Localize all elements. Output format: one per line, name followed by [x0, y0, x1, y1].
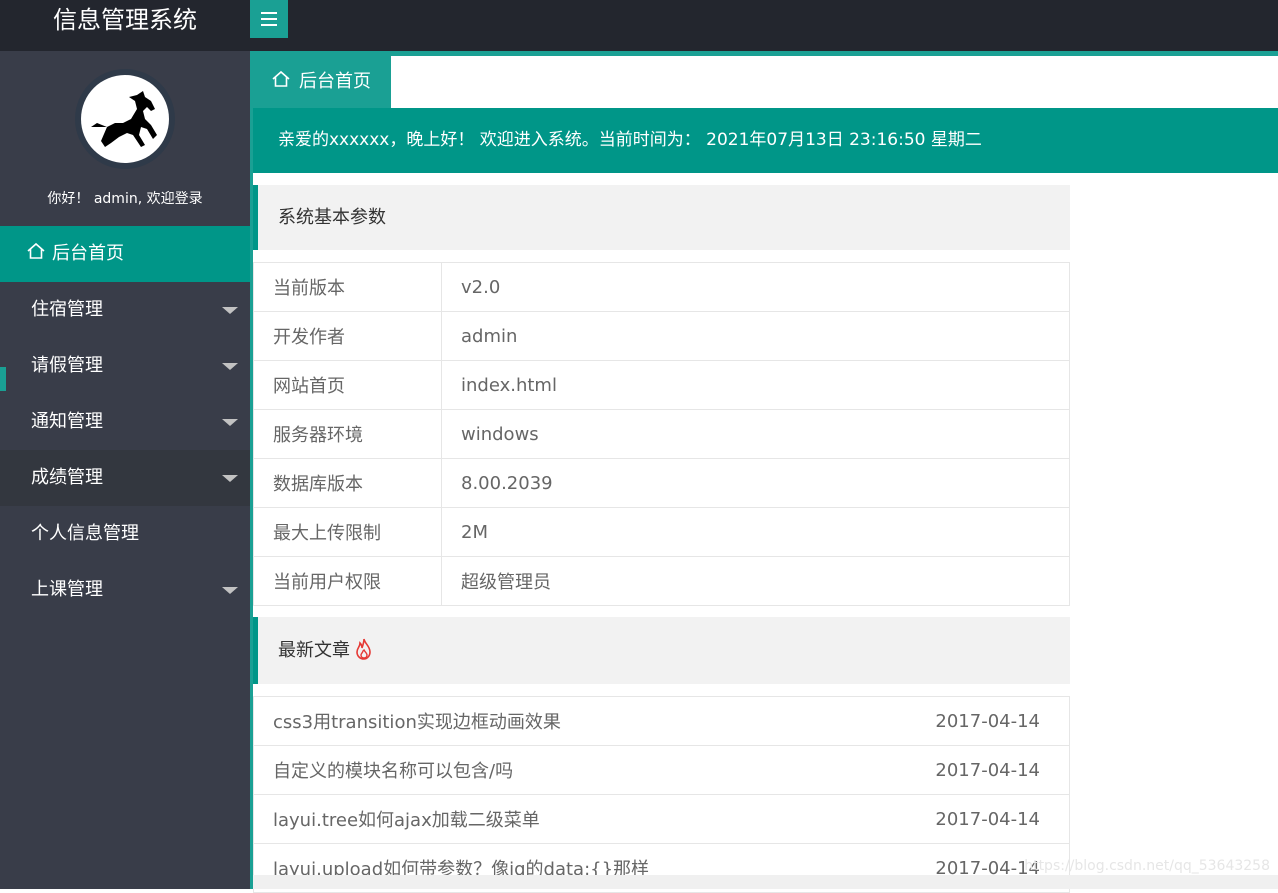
sidebar-item-label: 通知管理 — [31, 411, 103, 432]
sidebar-item-classes[interactable]: 上课管理 — [0, 562, 250, 618]
table-row: 网站首页 index.html — [253, 360, 1070, 410]
param-key: 服务器环境 — [253, 409, 442, 459]
caret-down-icon — [222, 475, 238, 482]
sidebar-item-grades[interactable]: 成绩管理 — [0, 450, 250, 506]
hamburger-icon — [261, 12, 277, 14]
param-value: v2.0 — [441, 262, 1070, 312]
hamburger-icon-line — [261, 24, 277, 26]
articles-table: css3用transition实现边框动画效果 2017-04-14 自定义的模… — [253, 696, 1070, 893]
param-value: index.html — [441, 360, 1070, 410]
article-title-link[interactable]: css3用transition实现边框动画效果 — [253, 696, 910, 746]
system-params-table: 当前版本 v2.0 开发作者 admin 网站首页 index.html 服务器… — [253, 262, 1070, 606]
param-key: 最大上传限制 — [253, 507, 442, 557]
table-row: 数据库版本 8.00.2039 — [253, 458, 1070, 508]
table-row[interactable]: layui.tree如何ajax加载二级菜单 2017-04-14 — [253, 794, 1070, 844]
caret-down-icon — [222, 363, 238, 370]
header-accent-strip — [250, 51, 1278, 56]
table-row: 当前用户权限 超级管理员 — [253, 556, 1070, 606]
horse-logo-icon — [81, 75, 169, 163]
param-key: 网站首页 — [253, 360, 442, 410]
article-date: 2017-04-14 — [909, 696, 1070, 746]
sidebar-item-label: 后台首页 — [52, 243, 124, 264]
home-icon — [272, 70, 290, 87]
menu-toggle-button[interactable] — [250, 0, 288, 38]
tab-label: 后台首页 — [299, 71, 371, 92]
table-row: 最大上传限制 2M — [253, 507, 1070, 557]
param-key: 数据库版本 — [253, 458, 442, 508]
sidebar-item-label: 个人信息管理 — [31, 523, 139, 544]
caret-down-icon — [222, 587, 238, 594]
welcome-text: 你好！ admin, 欢迎登录 — [47, 191, 203, 207]
table-row: 开发作者 admin — [253, 311, 1070, 361]
article-date: 2017-04-14 — [909, 794, 1070, 844]
fire-icon — [356, 638, 371, 660]
home-icon — [27, 242, 45, 259]
caret-down-icon — [222, 307, 238, 314]
article-title-link[interactable]: 自定义的模块名称可以包含/吗 — [253, 745, 910, 795]
avatar[interactable] — [75, 69, 175, 169]
sidebar-item-profile[interactable]: 个人信息管理 — [0, 506, 250, 562]
sidebar-item-leave[interactable]: 请假管理 — [0, 338, 250, 394]
top-header: 信息管理系统 — [0, 0, 1278, 51]
sidebar: 你好！ admin, 欢迎登录 后台首页 住宿管理 请假管理 通知管理 成绩管理… — [0, 51, 250, 889]
table-row: 服务器环境 windows — [253, 409, 1070, 459]
sidebar-item-label: 上课管理 — [31, 579, 103, 600]
hamburger-icon-line — [261, 18, 277, 20]
sidebar-item-label: 成绩管理 — [31, 467, 103, 488]
param-value: windows — [441, 409, 1070, 459]
sidebar-item-accommodation[interactable]: 住宿管理 — [0, 282, 250, 338]
table-row[interactable]: css3用transition实现边框动画效果 2017-04-14 — [253, 696, 1070, 746]
app-title: 信息管理系统 — [53, 6, 197, 34]
param-value: 8.00.2039 — [441, 458, 1070, 508]
article-date: 2017-04-14 — [909, 745, 1070, 795]
param-key: 开发作者 — [253, 311, 442, 361]
article-title-link[interactable]: layui.tree如何ajax加载二级菜单 — [253, 794, 910, 844]
param-key: 当前用户权限 — [253, 556, 442, 606]
horizontal-scrollbar[interactable] — [253, 875, 1278, 889]
param-value: 超级管理员 — [441, 556, 1070, 606]
system-params-heading: 系统基本参数 — [253, 185, 1070, 250]
articles-heading-label: 最新文章 — [278, 640, 350, 661]
watermark: https://blog.csdn.net/qq_53643258 — [1024, 858, 1270, 874]
nav-hover-marker — [0, 367, 6, 391]
table-row: 当前版本 v2.0 — [253, 262, 1070, 312]
tab-dashboard[interactable]: 后台首页 — [253, 56, 391, 108]
sidebar-nav: 后台首页 住宿管理 请假管理 通知管理 成绩管理 个人信息管理 上课管理 — [0, 226, 250, 618]
articles-heading: 最新文章 — [253, 617, 1070, 684]
sidebar-item-label: 住宿管理 — [31, 299, 103, 320]
param-value: 2M — [441, 507, 1070, 557]
greeting-banner: 亲爱的xxxxxx，晚上好！ 欢迎进入系统。当前时间为： 2021年07月13日… — [253, 108, 1278, 173]
table-row[interactable]: 自定义的模块名称可以包含/吗 2017-04-14 — [253, 745, 1070, 795]
sidebar-item-notice[interactable]: 通知管理 — [0, 394, 250, 450]
sidebar-item-label: 请假管理 — [31, 355, 103, 376]
param-key: 当前版本 — [253, 262, 442, 312]
param-value: admin — [441, 311, 1070, 361]
sidebar-item-dashboard[interactable]: 后台首页 — [0, 226, 250, 282]
caret-down-icon — [222, 419, 238, 426]
